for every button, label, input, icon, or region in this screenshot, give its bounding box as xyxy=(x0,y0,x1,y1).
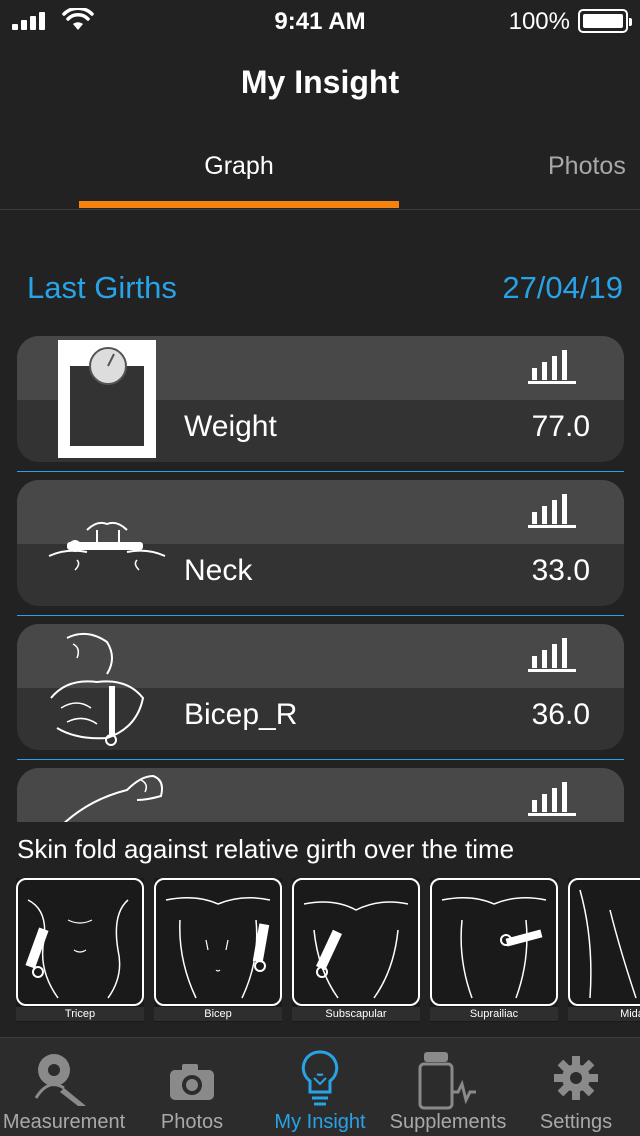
bicep-measure-icon xyxy=(50,632,145,746)
girth-row-neck[interactable]: Neck 33.0 xyxy=(17,480,624,606)
tabbar-label: Measurement xyxy=(2,1111,126,1133)
skinfold-item[interactable]: Mida xyxy=(568,878,640,1022)
supplements-icon xyxy=(418,1052,476,1110)
page-title: My Insight xyxy=(240,64,400,100)
bar-chart-icon[interactable] xyxy=(528,636,576,672)
scale-icon xyxy=(58,340,156,458)
skinfold-label: Tricep xyxy=(16,1007,144,1021)
measuring-tape-icon xyxy=(34,1054,86,1106)
tab-photos[interactable]: Photos xyxy=(548,152,626,181)
skinfold-title: Skin fold against relative girth over th… xyxy=(17,834,515,864)
suprailiac-skinfold-icon xyxy=(441,897,547,999)
tricep-skinfold-icon xyxy=(25,899,129,999)
tabbar-item-measurement[interactable]: Measurement xyxy=(0,1038,128,1136)
segment-tabs: Graph Photos xyxy=(0,130,640,210)
skinfold-item[interactable]: Suprailiac xyxy=(430,878,558,1022)
tabbar-label: My Insight xyxy=(274,1111,366,1133)
battery-percentage: 100% xyxy=(508,8,570,35)
arm-measure-icon xyxy=(63,774,163,822)
tabbar-item-my-insight[interactable]: My Insight xyxy=(256,1038,384,1136)
subscapular-skinfold-icon xyxy=(303,901,409,999)
skinfold-item[interactable]: Subscapular xyxy=(292,878,420,1022)
skinfold-label: Bicep xyxy=(154,1007,282,1021)
tabbar-label: Supplements xyxy=(389,1111,507,1133)
bar-chart-icon[interactable] xyxy=(528,492,576,528)
bar-chart-icon[interactable] xyxy=(528,348,576,384)
midaxillary-skinfold-icon xyxy=(579,889,637,999)
girth-value: 33.0 xyxy=(531,554,590,587)
girth-list[interactable]: Weight 77.0 Neck 33.0 Bicep_R 36.0 xyxy=(0,336,640,822)
tabbar-item-settings[interactable]: Settings xyxy=(512,1038,640,1136)
bar-chart-icon[interactable] xyxy=(528,780,576,816)
girth-value: 77.0 xyxy=(531,410,590,443)
girth-row-bicep-r[interactable]: Bicep_R 36.0 xyxy=(17,624,624,750)
row-separator xyxy=(17,471,624,472)
neck-measure-icon xyxy=(48,521,166,571)
skinfold-label: Suprailiac xyxy=(430,1007,558,1021)
status-bar: 9:41 AM 100% xyxy=(0,0,640,40)
tabbar-item-supplements[interactable]: Supplements xyxy=(384,1038,512,1136)
section-header: Last Girths 27/04/19 xyxy=(27,270,623,306)
row-separator xyxy=(17,759,624,760)
skinfold-carousel[interactable]: Tricep Bicep Subscapular Suprailiac Mid xyxy=(0,878,640,1026)
girth-row-arm[interactable] xyxy=(17,768,624,822)
girth-label: Bicep_R xyxy=(184,698,298,731)
section-date: 27/04/19 xyxy=(502,270,623,305)
row-separator xyxy=(17,615,624,616)
skinfold-label: Mida xyxy=(568,1007,640,1021)
tabbar-label: Settings xyxy=(539,1111,613,1133)
girth-label: Neck xyxy=(184,554,253,587)
skinfold-item[interactable]: Bicep xyxy=(154,878,282,1022)
section-title: Last Girths xyxy=(27,270,177,305)
battery-icon xyxy=(578,9,632,33)
bicep-skinfold-icon xyxy=(165,897,271,999)
girth-row-weight[interactable]: Weight 77.0 xyxy=(17,336,624,462)
girth-label: Weight xyxy=(184,410,277,443)
skinfold-label: Subscapular xyxy=(292,1007,420,1021)
tab-bar: Measurement Photos My Insight Supplement… xyxy=(0,1037,640,1136)
lightbulb-icon xyxy=(301,1050,339,1106)
tab-indicator xyxy=(79,201,399,208)
tabbar-item-photos[interactable]: Photos xyxy=(128,1038,256,1136)
gear-icon xyxy=(554,1056,598,1100)
girth-value: 36.0 xyxy=(531,698,590,731)
camera-icon xyxy=(170,1064,214,1100)
skinfold-item[interactable]: Tricep xyxy=(16,878,144,1022)
tab-graph[interactable]: Graph xyxy=(79,152,399,181)
tabbar-label: Photos xyxy=(160,1111,224,1133)
